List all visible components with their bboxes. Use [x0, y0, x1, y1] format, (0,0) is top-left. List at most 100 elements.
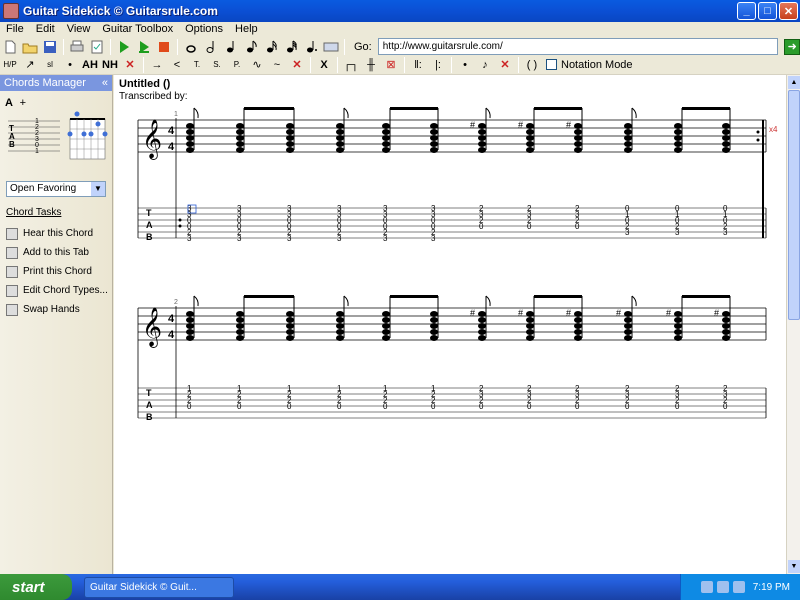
menu-view[interactable]: View — [61, 22, 97, 37]
note-head — [478, 147, 486, 153]
sixteenth-note-icon[interactable] — [262, 38, 280, 56]
close-button[interactable]: ✕ — [779, 2, 798, 20]
menu-options[interactable]: Options — [179, 22, 229, 37]
accent-button[interactable]: < — [168, 56, 186, 74]
repeat-close-button[interactable]: |: — [429, 56, 447, 74]
add-chord-icon[interactable]: + — [20, 97, 26, 109]
tap-button[interactable]: T. — [188, 56, 206, 74]
dead-note-button[interactable]: X — [315, 56, 333, 74]
slide-button[interactable]: sl — [41, 56, 59, 74]
vibrato-button[interactable]: ~ — [268, 56, 286, 74]
tab-fret-number: 3 — [237, 234, 242, 243]
eighth-note-icon[interactable] — [242, 38, 260, 56]
taskbar-app-button[interactable]: Guitar Sidekick © Guit... — [84, 576, 234, 598]
note-head — [674, 323, 682, 329]
print-chord-task[interactable]: Print this Chord — [6, 262, 110, 281]
start-button[interactable]: start — [0, 574, 72, 600]
note-head — [674, 311, 682, 317]
add-to-tab-task[interactable]: Add to this Tab — [6, 243, 110, 262]
note-head — [478, 129, 486, 135]
note-head — [286, 323, 294, 329]
whole-note-icon[interactable] — [182, 38, 200, 56]
play-icon[interactable] — [115, 38, 133, 56]
triplet-icon[interactable] — [322, 38, 340, 56]
save-icon[interactable] — [41, 38, 59, 56]
note-head — [526, 147, 534, 153]
note-head — [430, 317, 438, 323]
menu-edit[interactable]: Edit — [30, 22, 61, 37]
chord-fretboard-diagram[interactable] — [67, 111, 108, 160]
double-bar-button[interactable]: ╫ — [362, 56, 380, 74]
tab-letter: B — [9, 140, 15, 149]
new-file-icon[interactable] — [1, 38, 19, 56]
print-icon[interactable] — [68, 38, 86, 56]
clock[interactable]: 7:19 PM — [753, 582, 790, 593]
notation-mode-checkbox[interactable] — [546, 59, 557, 70]
note-head — [624, 123, 632, 129]
tab-fret-number: 3 — [675, 228, 680, 237]
tab-document[interactable]: Untitled () Transcribed by: 𝄞 4 4 1 T A B 3 3 0 0 2… — [114, 75, 786, 574]
bend-button[interactable]: ↗ — [21, 56, 39, 74]
chord-name[interactable]: A — [5, 97, 13, 109]
volume-icon[interactable] — [716, 581, 729, 593]
grace-note-button[interactable]: ♪ — [476, 56, 494, 74]
beam — [682, 107, 730, 110]
clear-effect-icon[interactable]: ✕ — [121, 56, 139, 74]
address-input[interactable]: http://www.guitarsrule.com/ — [377, 38, 779, 55]
note-head — [574, 135, 582, 141]
print-preview-icon[interactable] — [88, 38, 106, 56]
thirty-second-note-icon[interactable] — [282, 38, 300, 56]
scroll-up-icon[interactable]: ▲ — [788, 76, 800, 89]
scroll-down-icon[interactable]: ▼ — [788, 560, 800, 573]
edit-chord-types-task[interactable]: Edit Chord Types... — [6, 281, 110, 300]
repeat-open-button[interactable]: ‖: — [409, 56, 427, 74]
staccato-button[interactable]: • — [61, 56, 79, 74]
hear-chord-task[interactable]: Hear this Chord — [6, 224, 110, 243]
open-folder-icon[interactable] — [21, 38, 39, 56]
tab-fret-number: 0 — [527, 402, 532, 411]
menu-guitar-toolbox[interactable]: Guitar Toolbox — [96, 22, 179, 37]
menu-help[interactable]: Help — [229, 22, 264, 37]
note-head — [574, 317, 582, 323]
beam — [682, 295, 730, 298]
hammer-pull-button[interactable]: H/P — [1, 56, 19, 74]
treble-clef: 𝄞 — [142, 119, 162, 160]
dot-button[interactable]: • — [456, 56, 474, 74]
half-note-icon[interactable] — [202, 38, 220, 56]
slide-into-button[interactable]: → — [148, 56, 166, 74]
stop-icon[interactable] — [155, 38, 173, 56]
favoring-select[interactable]: Open Favoring ▼ — [6, 181, 106, 197]
note-head — [336, 123, 344, 129]
ghost-note-button[interactable]: ( ) — [523, 56, 541, 74]
chevron-down-icon[interactable]: ▼ — [91, 182, 105, 196]
clear-note-icon[interactable]: ✕ — [496, 56, 514, 74]
pop-button[interactable]: P. — [228, 56, 246, 74]
swap-hands-task[interactable]: Swap Hands — [6, 300, 110, 319]
collapse-panel-icon[interactable]: « — [102, 77, 108, 89]
scroll-thumb[interactable] — [788, 90, 800, 320]
ending-bracket-button[interactable]: ┌┐ — [342, 56, 360, 74]
natural-harmonic-button[interactable]: NH — [101, 56, 119, 74]
artificial-harmonic-button[interactable]: AH — [81, 56, 99, 74]
quarter-note-icon[interactable] — [222, 38, 240, 56]
go-button[interactable]: ➜ — [784, 38, 800, 55]
clear-measure-icon[interactable]: ⊠ — [382, 56, 400, 74]
dotted-note-icon[interactable] — [302, 38, 320, 56]
minimize-button[interactable]: _ — [737, 2, 756, 20]
play-from-cursor-icon[interactable] — [135, 38, 153, 56]
score-canvas[interactable]: 𝄞 441TAB330023330023330023330023330023330… — [114, 75, 786, 574]
notation-mode-toggle[interactable]: Notation Mode — [546, 59, 633, 71]
note-head — [186, 141, 194, 147]
slap-button[interactable]: S. — [208, 56, 226, 74]
tremolo-button[interactable]: ∿ — [248, 56, 266, 74]
note-head — [336, 141, 344, 147]
title-bar[interactable]: Guitar Sidekick © Guitarsrule.com _ □ ✕ — [0, 0, 800, 22]
chords-manager-title: Chords Manager — [4, 77, 86, 89]
menu-file[interactable]: File — [0, 22, 30, 37]
network-icon[interactable] — [700, 581, 713, 593]
clear-technique-icon[interactable]: ✕ — [288, 56, 306, 74]
separator — [344, 38, 345, 55]
maximize-button[interactable]: □ — [758, 2, 777, 20]
security-icon[interactable] — [732, 581, 745, 593]
vertical-scrollbar[interactable]: ▲ ▼ — [786, 75, 800, 574]
